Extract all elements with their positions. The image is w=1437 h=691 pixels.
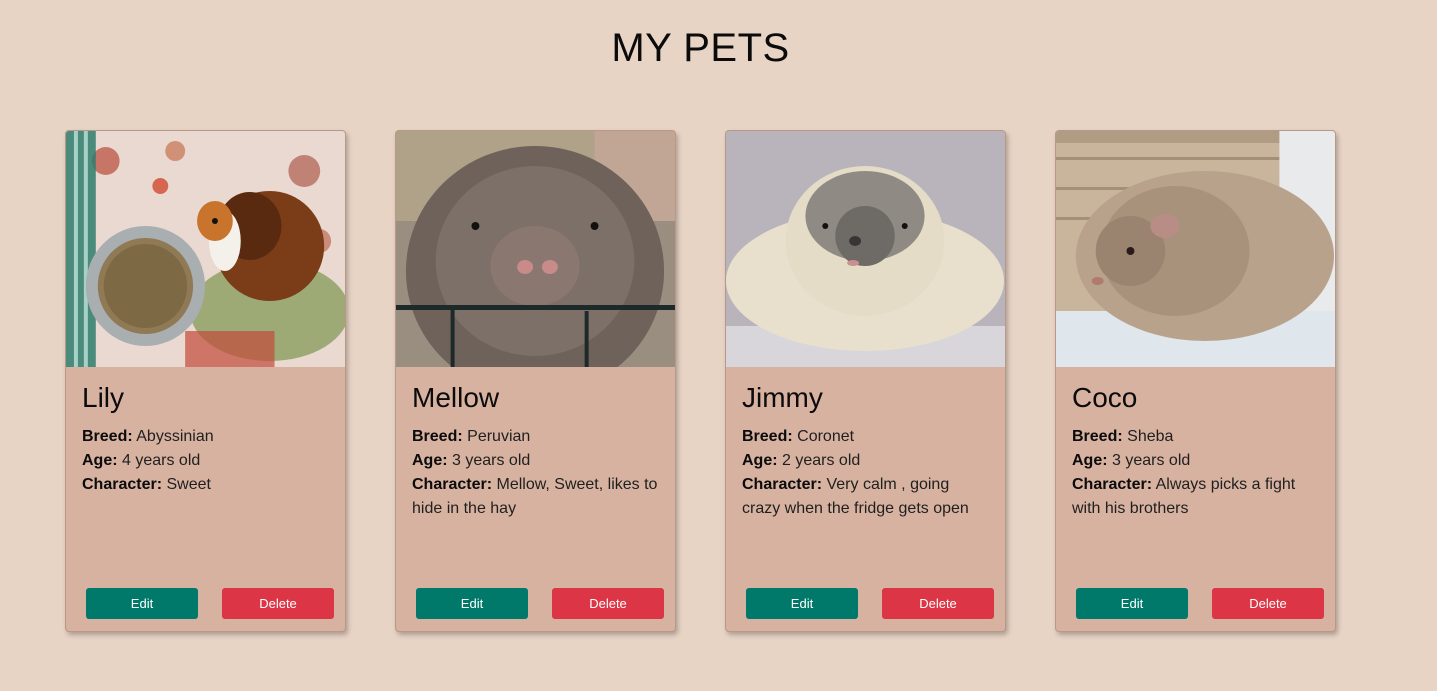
breed-label: Breed: — [1072, 428, 1123, 445]
pet-name: Jimmy — [742, 382, 823, 413]
character-label: Character: — [1072, 476, 1153, 493]
pet-breed: Breed: Abyssinian — [82, 425, 329, 449]
pet-breed: Breed: Sheba — [1072, 425, 1319, 449]
pet-name: Coco — [1072, 382, 1138, 413]
pet-card-mellow: Mellow Breed: Peruvian Age: 3 years old … — [395, 130, 676, 632]
pet-character: Character: Always picks a fight with his… — [1072, 473, 1319, 521]
character-label: Character: — [742, 476, 823, 493]
pet-name: Lily — [82, 382, 125, 413]
pet-age: Age: 3 years old — [1072, 449, 1319, 473]
pet-card-jimmy: Jimmy Breed: Coronet Age: 2 years old Ch… — [725, 130, 1006, 632]
age-value: 3 years old — [452, 452, 531, 469]
breed-value: Peruvian — [467, 428, 531, 445]
breed-value: Sheba — [1127, 428, 1174, 445]
pet-character: Character: Mellow, Sweet, likes to hide … — [412, 473, 659, 521]
card-actions: Edit Delete — [86, 588, 334, 619]
pet-character: Character: Sweet — [82, 473, 329, 497]
character-value: Sweet — [166, 476, 211, 493]
age-label: Age: — [1072, 452, 1108, 469]
edit-button[interactable]: Edit — [1076, 588, 1188, 619]
pet-photo — [66, 131, 345, 367]
edit-button[interactable]: Edit — [416, 588, 528, 619]
age-label: Age: — [742, 452, 778, 469]
age-label: Age: — [412, 452, 448, 469]
delete-button[interactable]: Delete — [222, 588, 334, 619]
breed-label: Breed: — [412, 428, 463, 445]
card-actions: Edit Delete — [416, 588, 664, 619]
edit-button[interactable]: Edit — [746, 588, 858, 619]
breed-value: Abyssinian — [136, 428, 214, 445]
card-actions: Edit Delete — [746, 588, 994, 619]
pet-age: Age: 4 years old — [82, 449, 329, 473]
page-title: MY PETS — [611, 26, 790, 70]
pet-name: Mellow — [412, 382, 500, 413]
pet-character: Character: Very calm , going crazy when … — [742, 473, 989, 521]
age-value: 2 years old — [782, 452, 861, 469]
pet-age: Age: 2 years old — [742, 449, 989, 473]
character-label: Character: — [82, 476, 163, 493]
age-value: 3 years old — [1112, 452, 1191, 469]
pet-breed: Breed: Peruvian — [412, 425, 659, 449]
card-actions: Edit Delete — [1076, 588, 1324, 619]
edit-button[interactable]: Edit — [86, 588, 198, 619]
age-value: 4 years old — [122, 452, 201, 469]
delete-button[interactable]: Delete — [882, 588, 994, 619]
breed-label: Breed: — [82, 428, 133, 445]
breed-label: Breed: — [742, 428, 793, 445]
breed-value: Coronet — [797, 428, 855, 445]
pet-age: Age: 3 years old — [412, 449, 659, 473]
character-label: Character: — [412, 476, 493, 493]
pet-photo — [726, 131, 1005, 367]
pet-card-lily: Lily Breed: Abyssinian Age: 4 years old … — [65, 130, 346, 632]
pet-card-coco: Coco Breed: Sheba Age: 3 years old Chara… — [1055, 130, 1336, 632]
pet-photo — [396, 131, 675, 367]
delete-button[interactable]: Delete — [1212, 588, 1324, 619]
pet-photo — [1056, 131, 1335, 367]
pet-breed: Breed: Coronet — [742, 425, 989, 449]
age-label: Age: — [82, 452, 118, 469]
delete-button[interactable]: Delete — [552, 588, 664, 619]
